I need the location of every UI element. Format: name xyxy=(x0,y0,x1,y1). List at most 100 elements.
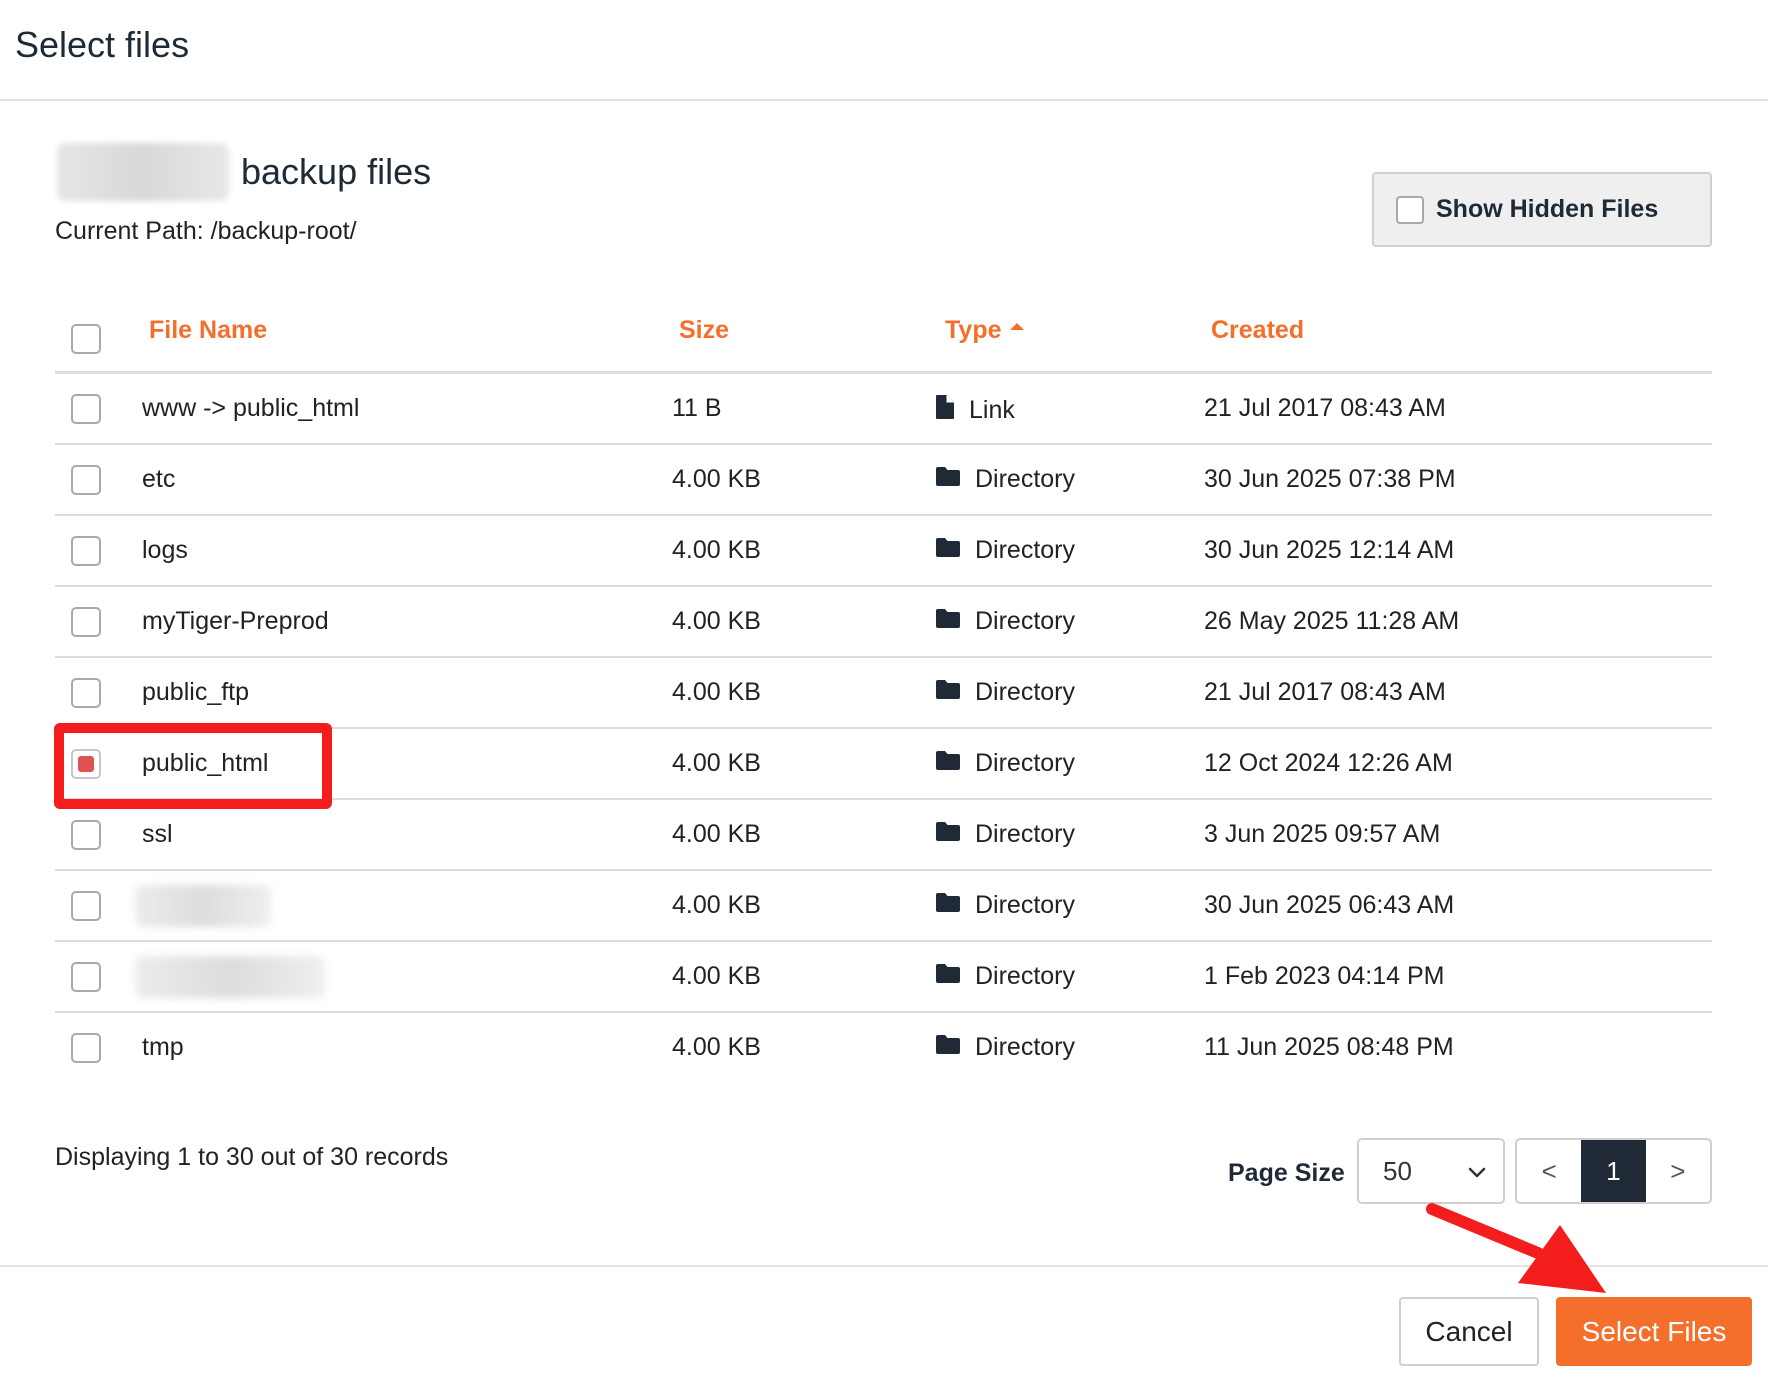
file-created: 21 Jul 2017 08:43 AM xyxy=(1204,678,1446,706)
blurred-file-name xyxy=(135,885,271,927)
folder-icon xyxy=(935,820,961,849)
file-name[interactable]: www -> public_html xyxy=(142,394,359,423)
row-checkbox[interactable] xyxy=(71,607,101,637)
column-header-size[interactable]: Size xyxy=(679,316,729,345)
select-files-button[interactable]: Select Files xyxy=(1556,1297,1752,1366)
row-checkbox[interactable] xyxy=(71,820,101,850)
show-hidden-files-label: Show Hidden Files xyxy=(1436,195,1659,223)
column-header-type[interactable]: Type xyxy=(945,316,1024,345)
file-size: 4.00 KB xyxy=(672,678,761,706)
column-header-type-label: Type xyxy=(945,316,1002,344)
folder-icon xyxy=(935,891,961,920)
file-created: 1 Feb 2023 04:14 PM xyxy=(1204,962,1445,990)
row-checkbox[interactable] xyxy=(71,749,101,779)
page-size-select[interactable]: 50 xyxy=(1357,1138,1505,1204)
row-checkbox[interactable] xyxy=(71,678,101,708)
page-size-value: 50 xyxy=(1383,1155,1412,1186)
current-path: Current Path: /backup-root/ xyxy=(55,217,357,245)
prev-page-button[interactable]: < xyxy=(1517,1140,1581,1202)
table-row[interactable]: public_html 4.00 KB Directory 12 Oct 2024 1… xyxy=(55,729,1712,800)
table-body: www -> public_html 11 B Link 21 Jul 2017 08… xyxy=(55,374,1712,1084)
table-row[interactable]: myTiger-Preprod 4.00 KB Directory 26 May 20… xyxy=(55,587,1712,658)
file-created: 30 Jun 2025 12:14 AM xyxy=(1204,536,1455,564)
file-type: Link xyxy=(935,394,1015,427)
cancel-button[interactable]: Cancel xyxy=(1399,1297,1539,1366)
file-type: Directory xyxy=(935,749,1075,778)
row-checkbox[interactable] xyxy=(71,962,101,992)
table-row[interactable]: logs 4.00 KB Directory 30 Jun 2025 12:14 AM xyxy=(55,516,1712,587)
file-size: 4.00 KB xyxy=(672,749,761,777)
folder-icon xyxy=(935,678,961,707)
file-type-label: Directory xyxy=(975,607,1076,635)
table-row[interactable]: 4.00 KB Directory 1 Feb 2023 04:14 PM xyxy=(55,942,1712,1013)
file-type-label: Directory xyxy=(975,678,1076,706)
row-checkbox[interactable] xyxy=(71,891,101,921)
file-created: 30 Jun 2025 06:43 AM xyxy=(1204,891,1455,919)
blurred-file-name xyxy=(135,956,325,998)
file-type: Directory xyxy=(935,962,1075,991)
file-name[interactable]: etc xyxy=(142,465,175,494)
file-created: 11 Jun 2025 08:48 PM xyxy=(1204,1033,1454,1061)
file-size: 4.00 KB xyxy=(672,1033,761,1061)
site-title-row: backup files xyxy=(57,140,431,204)
file-size: 4.00 KB xyxy=(672,891,761,919)
file-name[interactable]: tmp xyxy=(142,1033,184,1062)
table-row[interactable]: tmp 4.00 KB Directory 11 Jun 2025 08:48 PM xyxy=(55,1013,1712,1084)
row-checkbox[interactable] xyxy=(71,1033,101,1063)
folder-icon xyxy=(935,1033,961,1062)
show-hidden-files-toggle[interactable]: Show Hidden Files xyxy=(1372,172,1712,247)
file-size: 4.00 KB xyxy=(672,536,761,564)
row-checkbox[interactable] xyxy=(71,394,101,424)
table-row[interactable]: etc 4.00 KB Directory 30 Jun 2025 07:38 PM xyxy=(55,445,1712,516)
dialog-header: Select files xyxy=(0,0,1768,101)
file-name[interactable]: public_html xyxy=(142,749,268,778)
folder-icon xyxy=(935,607,961,636)
file-table: File Name Size Type Created www -> publi… xyxy=(55,300,1712,1084)
table-row[interactable]: www -> public_html 11 B Link 21 Jul 2017 08… xyxy=(55,374,1712,445)
file-type: Directory xyxy=(935,820,1075,849)
file-name[interactable]: public_ftp xyxy=(142,678,249,707)
file-type: Directory xyxy=(935,678,1075,707)
file-size: 4.00 KB xyxy=(672,962,761,990)
file-type-label: Directory xyxy=(975,465,1076,493)
records-summary: Displaying 1 to 30 out of 30 records xyxy=(55,1143,449,1171)
site-title: backup files xyxy=(241,151,432,192)
page-size-label: Page Size xyxy=(1228,1159,1345,1187)
file-size: 11 B xyxy=(672,394,722,422)
file-name[interactable]: logs xyxy=(142,536,188,565)
column-header-created[interactable]: Created xyxy=(1211,316,1304,345)
row-checkbox[interactable] xyxy=(71,465,101,495)
file-icon xyxy=(935,394,955,427)
chevron-down-icon xyxy=(1468,1167,1486,1178)
select-all-checkbox[interactable] xyxy=(71,324,101,354)
file-size: 4.00 KB xyxy=(672,607,761,635)
dialog-title: Select files xyxy=(15,24,190,65)
table-row[interactable]: 4.00 KB Directory 30 Jun 2025 06:43 AM xyxy=(55,871,1712,942)
pagination: < 1 > xyxy=(1515,1138,1712,1204)
folder-icon xyxy=(935,749,961,778)
footer-divider xyxy=(0,1265,1768,1267)
column-header-file-name[interactable]: File Name xyxy=(149,316,267,345)
file-name[interactable]: myTiger-Preprod xyxy=(142,607,329,636)
row-checkbox[interactable] xyxy=(71,536,101,566)
file-name[interactable]: ssl xyxy=(142,820,173,849)
table-row[interactable]: ssl 4.00 KB Directory 3 Jun 2025 09:57 AM xyxy=(55,800,1712,871)
file-created: 30 Jun 2025 07:38 PM xyxy=(1204,465,1456,493)
file-type-label: Directory xyxy=(975,1033,1076,1061)
page-1-button[interactable]: 1 xyxy=(1581,1140,1646,1202)
file-created: 3 Jun 2025 09:57 AM xyxy=(1204,820,1441,848)
file-type: Directory xyxy=(935,536,1075,565)
file-created: 12 Oct 2024 12:26 AM xyxy=(1204,749,1453,777)
file-type-label: Directory xyxy=(975,891,1076,919)
file-type-label: Directory xyxy=(975,820,1076,848)
next-page-button[interactable]: > xyxy=(1646,1140,1710,1202)
file-type: Directory xyxy=(935,1033,1075,1062)
file-type-label: Directory xyxy=(975,749,1076,777)
file-type: Directory xyxy=(935,607,1075,636)
table-row[interactable]: public_ftp 4.00 KB Directory 21 Jul 2017 08… xyxy=(55,658,1712,729)
show-hidden-files-checkbox[interactable] xyxy=(1396,195,1424,224)
file-type-label: Directory xyxy=(975,962,1076,990)
folder-icon xyxy=(935,465,961,494)
file-size: 4.00 KB xyxy=(672,465,761,493)
blurred-site-name xyxy=(57,143,229,201)
